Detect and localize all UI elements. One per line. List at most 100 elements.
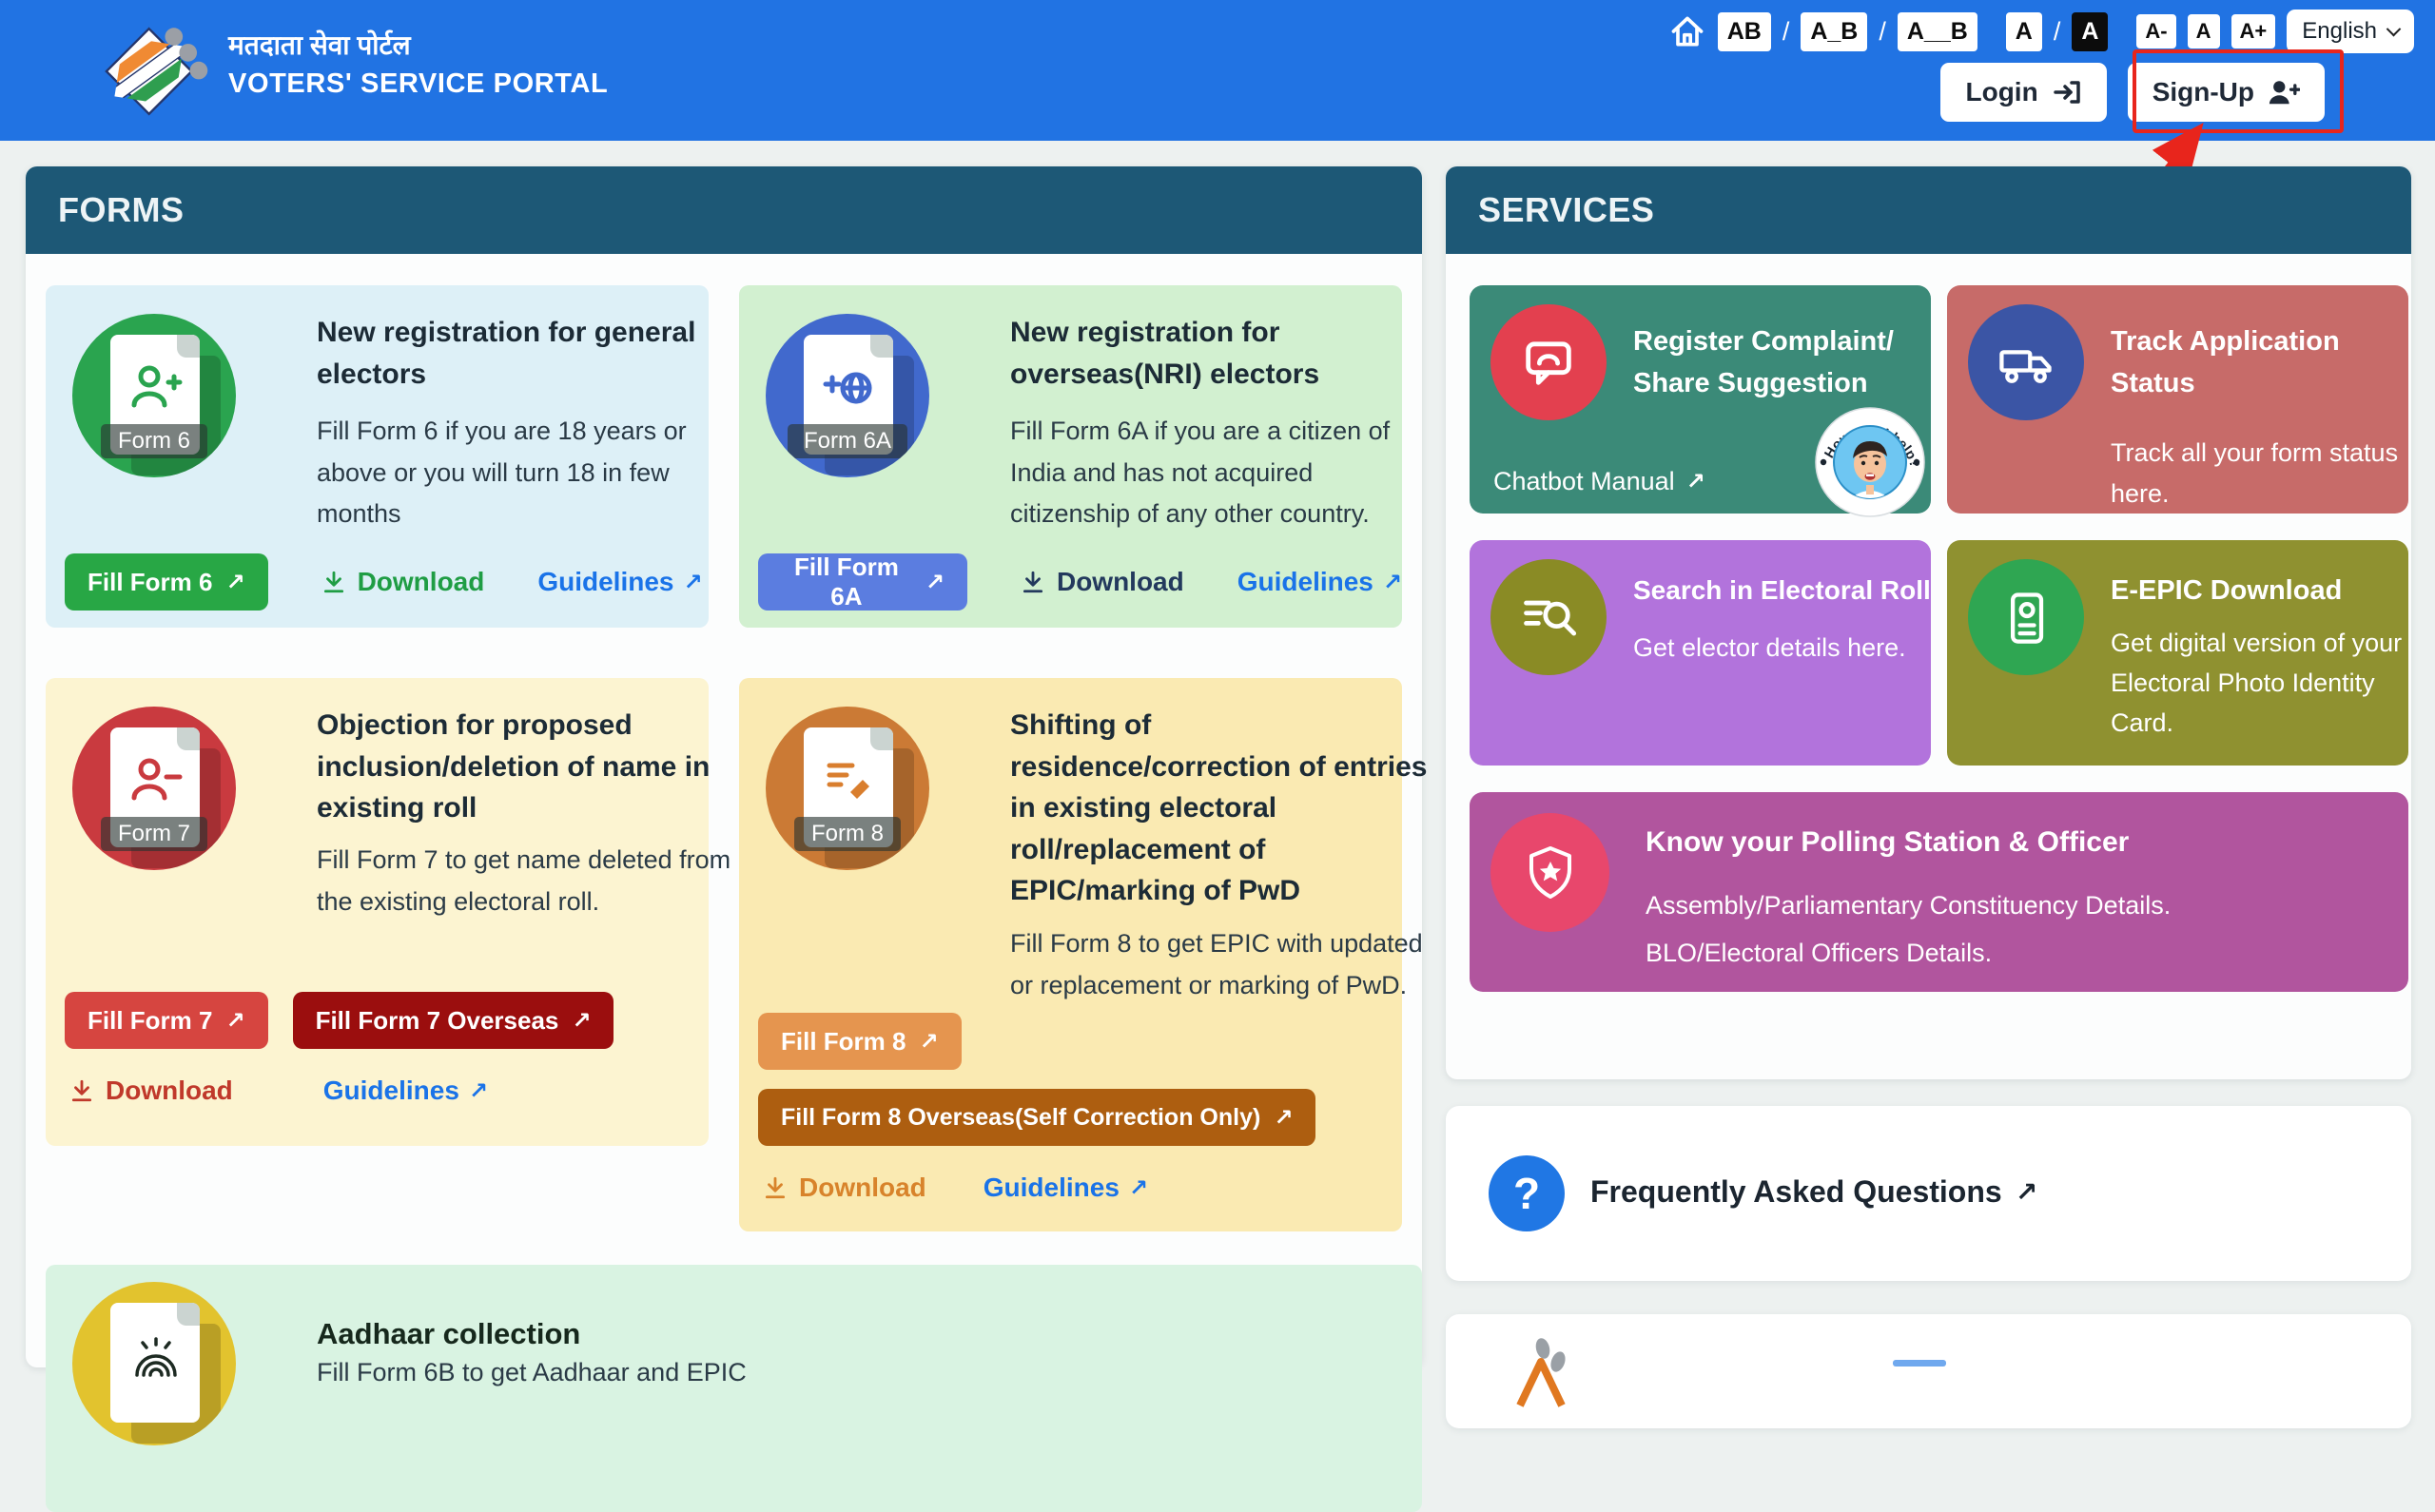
chevron-down-icon: [2386, 21, 2402, 36]
download-label: Download: [358, 567, 485, 597]
brand-title-english: VOTERS' SERVICE PORTAL: [228, 68, 608, 100]
aadhaar-collection-card: Aadhaar collection Fill Form 6B to get A…: [46, 1265, 1422, 1512]
download-label: Download: [106, 1076, 233, 1106]
track-status-description: Track all your form status here.: [2111, 433, 2425, 514]
form6a-description: Fill Form 6A if you are a citizen of Ind…: [1010, 411, 1429, 535]
form6a-download-link[interactable]: Download: [1021, 567, 1184, 597]
fill-form6-button[interactable]: Fill Form 6 ↗: [65, 553, 268, 611]
form8-card: Form 8 Shifting of residence/correction …: [739, 678, 1402, 1231]
form7-description: Fill Form 7 to get name deleted from the…: [317, 840, 754, 922]
external-link-icon: ↗: [1686, 468, 1705, 495]
fill-form8-overseas-button[interactable]: Fill Form 8 Overseas(Self Correction Onl…: [758, 1089, 1315, 1146]
language-label: English: [2302, 18, 2377, 45]
external-link-icon: ↗: [225, 1007, 244, 1035]
separator: /: [1782, 17, 1790, 47]
faq-card[interactable]: ? Frequently Asked Questions ↗: [1446, 1106, 2411, 1281]
separator: /: [1879, 17, 1886, 47]
fill-form7-overseas-button[interactable]: Fill Form 7 Overseas ↗: [293, 992, 614, 1049]
skip-content-ab-button[interactable]: AB: [1718, 12, 1771, 51]
form6a-card: Form 6A New registration for overseas(NR…: [739, 285, 1402, 628]
form6-document-icon: Form 6: [72, 314, 236, 477]
font-decrease-button[interactable]: A-: [2136, 14, 2175, 48]
id-card-icon: [1968, 559, 2084, 675]
form7-badge: Form 7: [101, 817, 207, 851]
search-roll-title: Search in Electoral Roll: [1633, 571, 1957, 611]
chatbot-manual-link[interactable]: Chatbot Manual ↗: [1493, 467, 1705, 496]
form8-guidelines-link[interactable]: Guidelines ↗: [984, 1173, 1148, 1203]
external-link-icon: ↗: [225, 569, 244, 596]
fill-form6a-button[interactable]: Fill Form 6A ↗: [758, 553, 967, 611]
app-header: मतदाता सेवा पोर्टल VOTERS' SERVICE PORTA…: [0, 0, 2435, 141]
partial-link-text: [1893, 1360, 1946, 1367]
form8-document-icon: Form 8: [766, 707, 929, 870]
fill-form8-label: Fill Form 8: [781, 1027, 906, 1056]
font-increase-button[interactable]: A+: [2231, 14, 2276, 48]
track-application-status-card[interactable]: Track Application Status Track all your …: [1947, 285, 2408, 514]
fill-form7-button[interactable]: Fill Form 7 ↗: [65, 992, 268, 1049]
form7-download-link[interactable]: Download: [69, 1076, 233, 1106]
signup-label: Sign-Up: [2153, 77, 2254, 107]
faq-label: Frequently Asked Questions: [1590, 1174, 2002, 1210]
login-label: Login: [1965, 77, 2037, 107]
fill-form8-button[interactable]: Fill Form 8 ↗: [758, 1013, 962, 1070]
track-status-title: Track Application Status: [2111, 321, 2367, 404]
guidelines-label: Guidelines: [323, 1076, 459, 1106]
faq-link[interactable]: Frequently Asked Questions ↗: [1590, 1174, 2037, 1210]
download-icon: [321, 570, 346, 594]
question-mark-glyph: ?: [1513, 1168, 1540, 1219]
external-link-icon: ↗: [572, 1007, 591, 1035]
forms-section-title: FORMS: [26, 166, 1422, 254]
login-button[interactable]: Login: [1940, 63, 2106, 122]
fill-form7-label: Fill Form 7: [88, 1006, 212, 1036]
eepic-title: E-EPIC Download: [2111, 571, 2415, 612]
theme-dark-button[interactable]: A: [2072, 12, 2108, 51]
chat-bubble-icon: [1490, 304, 1607, 420]
forms-panel: FORMS Form 6 New registration for genera…: [26, 166, 1422, 1367]
external-link-icon: ↗: [1383, 569, 1402, 596]
font-normal-button[interactable]: A: [2188, 14, 2220, 48]
form6-download-link[interactable]: Download: [321, 567, 485, 597]
signup-button[interactable]: Sign-Up: [2128, 63, 2325, 122]
polling-station-card[interactable]: Know your Polling Station & Officer Asse…: [1470, 792, 2408, 992]
external-link-icon: ↗: [925, 569, 945, 596]
search-electoral-roll-card[interactable]: Search in Electoral Roll Get elector det…: [1470, 540, 1931, 766]
external-link-icon: ↗: [1129, 1174, 1148, 1202]
form7-document-icon: Form 7: [72, 707, 236, 870]
eepic-description: Get digital version of your Electoral Ph…: [2111, 624, 2429, 744]
form6a-guidelines-link[interactable]: Guidelines ↗: [1237, 567, 1402, 597]
form7-guidelines-link[interactable]: Guidelines ↗: [323, 1076, 488, 1106]
services-panel: SERVICES Register Complaint/ Share Sugge…: [1446, 166, 2411, 1079]
register-complaint-card[interactable]: Register Complaint/ Share Suggestion Cha…: [1470, 285, 1931, 514]
separator: /: [2054, 17, 2061, 47]
voter-mitra-chatbot-button[interactable]: How can I help? Voter Mitra: [1813, 405, 1927, 519]
login-icon: [2052, 77, 2082, 107]
form8-title: Shifting of residence/correction of entr…: [1010, 705, 1429, 912]
external-link-icon: ↗: [469, 1077, 488, 1105]
guidelines-label: Guidelines: [1237, 567, 1373, 597]
form6-badge: Form 6: [101, 424, 207, 458]
fill-form8-overseas-label: Fill Form 8 Overseas(Self Correction Onl…: [781, 1104, 1260, 1132]
eci-logo: [105, 19, 211, 124]
external-link-icon: ↗: [1274, 1104, 1293, 1132]
form8-download-link[interactable]: Download: [763, 1173, 926, 1203]
partial-card: [1446, 1314, 2411, 1428]
search-roll-description: Get elector details here.: [1633, 628, 1947, 669]
truck-icon: [1968, 304, 2084, 420]
home-icon[interactable]: [1668, 12, 1706, 50]
form7-title: Objection for proposed inclusion/deletio…: [317, 705, 730, 829]
external-link-icon: ↗: [684, 569, 703, 596]
partial-logo: [1509, 1333, 1581, 1409]
language-select[interactable]: English: [2287, 10, 2414, 53]
skip-content-a__b-button[interactable]: A__B: [1898, 12, 1977, 51]
register-complaint-title: Register Complaint/ Share Suggestion: [1633, 321, 1919, 404]
form6-guidelines-link[interactable]: Guidelines ↗: [537, 567, 702, 597]
theme-light-button[interactable]: A: [2006, 12, 2042, 51]
eepic-download-card[interactable]: E-EPIC Download Get digital version of y…: [1947, 540, 2408, 766]
form6a-title: New registration for overseas(NRI) elect…: [1010, 312, 1410, 395]
shield-star-icon: [1490, 813, 1609, 932]
question-mark-icon: ?: [1489, 1155, 1565, 1231]
polling-line2: BLO/Electoral Officers Details.: [1646, 933, 2387, 974]
form8-badge: Form 8: [794, 817, 901, 851]
download-label: Download: [1057, 567, 1184, 597]
skip-content-a_b-button[interactable]: A_B: [1801, 12, 1867, 51]
